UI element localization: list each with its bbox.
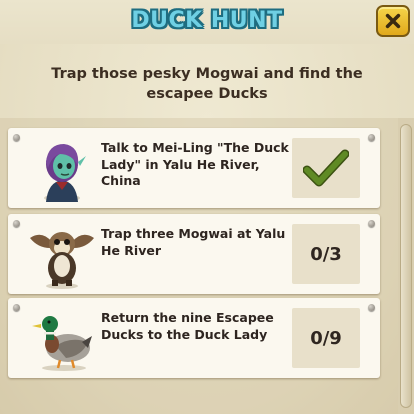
checkmark-icon (303, 149, 349, 187)
task-status-complete (292, 138, 360, 198)
title-bar: DUCK HUNT (0, 0, 414, 44)
scrollbar-thumb[interactable] (400, 124, 412, 408)
quest-dialog: DUCK HUNT Trap those pesky Mogwai and fi… (0, 0, 414, 414)
pushpin-icon (368, 134, 375, 141)
pushpin-icon (13, 134, 20, 141)
quest-description: Trap those pesky Mogwai and find the esc… (51, 66, 363, 102)
close-x-icon (385, 13, 401, 29)
pushpin-icon (368, 220, 375, 227)
task-card: Talk to Mei-Ling "The Duck Lady" in Yalu… (8, 128, 380, 208)
task-description: Talk to Mei-Ling "The Duck Lady" in Yalu… (101, 140, 289, 188)
task-card: Return the nine Escapee Ducks to the Duc… (8, 298, 380, 378)
mei-ling-avatar (44, 144, 86, 202)
task-description: Return the nine Escapee Ducks to the Duc… (101, 310, 274, 342)
task-progress: 0/3 (310, 243, 342, 265)
pushpin-icon (368, 304, 375, 311)
duck-avatar (32, 316, 92, 371)
task-card: Trap three Mogwai at Yalu He River 0/3 (8, 214, 380, 294)
pushpin-icon (13, 220, 20, 227)
task-description: Trap three Mogwai at Yalu He River (101, 226, 286, 258)
task-progress-box: 0/3 (292, 224, 360, 284)
task-progress: 0/9 (310, 327, 342, 349)
pushpin-icon (13, 304, 20, 311)
close-button[interactable] (376, 5, 410, 37)
task-progress-box: 0/9 (292, 308, 360, 368)
quest-title: DUCK HUNT (131, 8, 283, 33)
mogwai-avatar (30, 232, 94, 289)
